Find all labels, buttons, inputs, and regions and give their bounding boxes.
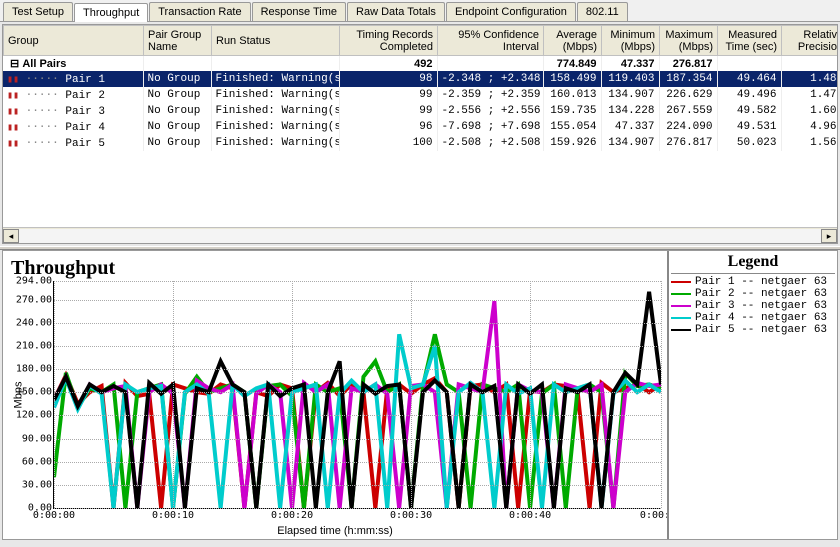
tab-transaction-rate[interactable]: Transaction Rate xyxy=(149,2,250,21)
pair-icon: ▮▮ xyxy=(7,139,19,150)
legend-label: Pair 4 -- netgaer 63 xyxy=(695,312,827,324)
table-row[interactable]: ▮▮ ····· Pair 1No GroupFinished: Warning… xyxy=(3,71,837,87)
ytick: 270.00 xyxy=(16,294,52,305)
col-maximum[interactable]: Maximum (Mbps) xyxy=(660,26,718,56)
ytick: 240.00 xyxy=(16,317,52,328)
legend: Legend Pair 1 -- netgaer 63Pair 2 -- net… xyxy=(667,251,837,539)
results-table-header: Group Pair Group Name Run Status Timing … xyxy=(3,25,838,56)
scroll-right-icon[interactable]: ▸ xyxy=(821,229,837,243)
ytick: 210.00 xyxy=(16,340,52,351)
tab-bar: Test SetupThroughputTransaction RateResp… xyxy=(0,0,840,22)
xtick: 0:00:10 xyxy=(152,510,194,521)
table-row[interactable]: ▮▮ ····· Pair 3No GroupFinished: Warning… xyxy=(3,103,837,119)
scroll-left-icon[interactable]: ◂ xyxy=(3,229,19,243)
legend-label: Pair 1 -- netgaer 63 xyxy=(695,276,827,288)
legend-item[interactable]: Pair 4 -- netgaer 63 xyxy=(671,312,835,324)
legend-item[interactable]: Pair 2 -- netgaer 63 xyxy=(671,288,835,300)
tab-test-setup[interactable]: Test Setup xyxy=(3,2,73,21)
legend-item[interactable]: Pair 3 -- netgaer 63 xyxy=(671,300,835,312)
tab-raw-data-totals[interactable]: Raw Data Totals xyxy=(347,2,445,21)
throughput-chart: Throughput Mbps 0.0030.0060.0090.00120.0… xyxy=(3,251,667,539)
xtick: 0:00:40 xyxy=(509,510,551,521)
legend-swatch xyxy=(671,281,691,283)
pair-icon: ▮▮ xyxy=(7,123,19,134)
xtick: 0:00:20 xyxy=(271,510,313,521)
xtick: 0:00:00 xyxy=(33,510,75,521)
scroll-track[interactable] xyxy=(19,229,821,243)
xtick: 0:00:51 xyxy=(640,510,667,521)
collapse-icon[interactable]: ⊟ xyxy=(7,58,22,70)
legend-swatch xyxy=(671,293,691,295)
table-row[interactable]: ▮▮ ····· Pair 5No GroupFinished: Warning… xyxy=(3,135,837,151)
xtick: 0:00:30 xyxy=(390,510,432,521)
results-table-body: ⊟ All Pairs492774.84947.337276.817▮▮ ···… xyxy=(3,56,837,151)
chart-panel: Throughput Mbps 0.0030.0060.0090.00120.0… xyxy=(2,250,838,540)
legend-item[interactable]: Pair 5 -- netgaer 63 xyxy=(671,324,835,336)
col-group[interactable]: Group xyxy=(4,26,144,56)
horizontal-scrollbar[interactable]: ◂ ▸ xyxy=(3,227,837,243)
ytick: 120.00 xyxy=(16,410,52,421)
legend-swatch xyxy=(671,305,691,307)
legend-label: Pair 5 -- netgaer 63 xyxy=(695,324,827,336)
col-measured-time[interactable]: Measured Time (sec) xyxy=(718,26,782,56)
legend-swatch xyxy=(671,317,691,319)
pair-icon: ▮▮ xyxy=(7,75,19,86)
tab-endpoint-configuration[interactable]: Endpoint Configuration xyxy=(446,2,576,21)
col-pair-group[interactable]: Pair Group Name xyxy=(144,26,212,56)
tab-response-time[interactable]: Response Time xyxy=(252,2,346,21)
ytick: 60.00 xyxy=(22,456,52,467)
col-relative-precision[interactable]: Relativ Precisio xyxy=(782,26,839,56)
legend-title: Legend xyxy=(671,253,835,274)
ytick: 294.00 xyxy=(16,276,52,287)
legend-swatch xyxy=(671,329,691,331)
results-table-container: Group Pair Group Name Run Status Timing … xyxy=(2,24,838,244)
pair-icon: ▮▮ xyxy=(7,107,19,118)
ytick: 90.00 xyxy=(22,433,52,444)
col-average[interactable]: Average (Mbps) xyxy=(544,26,602,56)
legend-item[interactable]: Pair 1 -- netgaer 63 xyxy=(671,276,835,288)
col-timing[interactable]: Timing Records Completed xyxy=(340,26,438,56)
chart-title: Throughput xyxy=(5,255,663,282)
tab-throughput[interactable]: Throughput xyxy=(74,3,148,22)
col-minimum[interactable]: Minimum (Mbps) xyxy=(602,26,660,56)
chart-plot-area: 0.0030.0060.0090.00120.00150.00180.00210… xyxy=(53,281,661,509)
col-confidence[interactable]: 95% Confidence Interval xyxy=(438,26,544,56)
col-run-status[interactable]: Run Status xyxy=(212,26,340,56)
table-row[interactable]: ▮▮ ····· Pair 2No GroupFinished: Warning… xyxy=(3,87,837,103)
legend-label: Pair 2 -- netgaer 63 xyxy=(695,288,827,300)
chart-xlabel: Elapsed time (h:mm:ss) xyxy=(3,525,667,537)
pair-icon: ▮▮ xyxy=(7,91,19,102)
ytick: 30.00 xyxy=(22,479,52,490)
legend-label: Pair 3 -- netgaer 63 xyxy=(695,300,827,312)
ytick: 180.00 xyxy=(16,364,52,375)
tab-802-11[interactable]: 802.11 xyxy=(577,2,628,21)
ytick: 150.00 xyxy=(16,387,52,398)
summary-row[interactable]: ⊟ All Pairs492774.84947.337276.817 xyxy=(3,56,837,71)
table-row[interactable]: ▮▮ ····· Pair 4No GroupFinished: Warning… xyxy=(3,119,837,135)
